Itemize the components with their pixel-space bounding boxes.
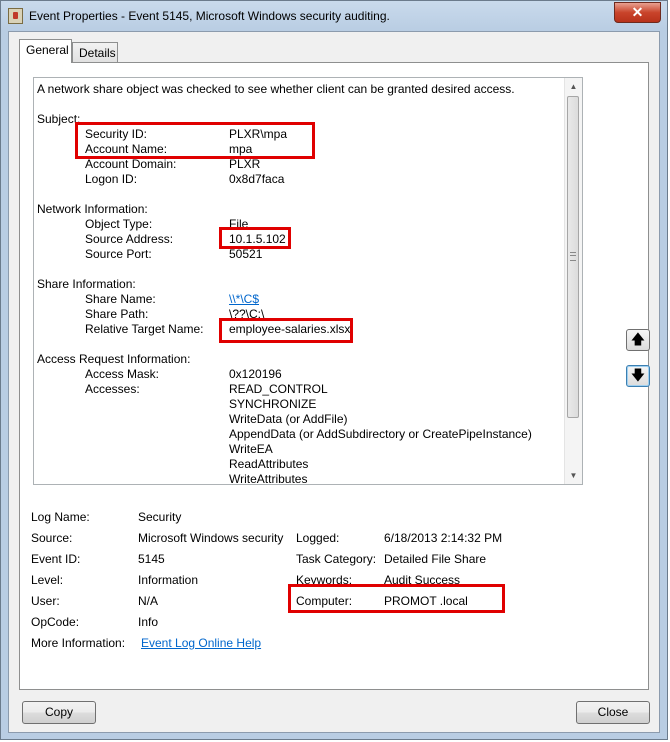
event-properties-grid: Log Name: Security Source: Microsoft Windo… (31, 507, 631, 654)
access-item: ReadAttributes (229, 457, 309, 471)
arrow-down-icon: 🡇 (630, 367, 646, 383)
access-item: WriteEA (229, 442, 273, 456)
source-port-value: 50521 (229, 247, 263, 261)
log-name-value: Security (138, 510, 182, 524)
user-label: User: (31, 594, 60, 608)
level-value: Information (138, 573, 199, 587)
accesses-label: Accesses: (85, 382, 140, 396)
source-port-label: Source Port: (85, 247, 152, 261)
window-title: Event Properties - Event 5145, Microsoft… (29, 9, 390, 23)
share-name-label: Share Name: (85, 292, 156, 306)
event-id-value: 5145 (138, 552, 165, 566)
access-item: SYNCHRONIZE (229, 397, 317, 411)
highlight-box-computer (288, 584, 505, 613)
logon-id-label: Logon ID: (85, 172, 138, 186)
access-item: READ_CONTROL (229, 382, 328, 396)
title-bar[interactable]: Event Properties - Event 5145, Microsoft… (1, 1, 667, 31)
highlight-box-source-address (219, 227, 291, 249)
log-name-label: Log Name: (31, 510, 90, 524)
account-domain-label: Account Domain: (85, 157, 177, 171)
account-domain-value: PLXR (229, 157, 261, 171)
share-path-label: Share Path: (85, 307, 149, 321)
access-item: WriteData (or AddFile) (229, 412, 348, 426)
copy-button[interactable]: Copy (22, 701, 96, 724)
relative-target-label: Relative Target Name: (85, 322, 204, 336)
source-address-label: Source Address: (85, 232, 174, 246)
next-event-button[interactable]: 🡇 (626, 365, 650, 387)
share-name-link[interactable]: \\*\C$ (229, 292, 259, 307)
highlight-box-target-name (219, 318, 353, 343)
subject-heading: Subject: (37, 112, 81, 126)
access-item: WriteAttributes (229, 472, 308, 485)
access-mask-label: Access Mask: (85, 367, 160, 381)
previous-event-button[interactable]: 🡅 (626, 329, 650, 351)
access-item: AppendData (or AddSubdirectory or Create… (229, 427, 532, 441)
opcode-label: OpCode: (31, 615, 80, 629)
task-category-label: Task Category: (296, 552, 377, 566)
access-mask-value: 0x120196 (229, 367, 282, 381)
logged-value: 6/18/2013 2:14:32 PM (384, 531, 503, 545)
task-category-value: Detailed File Share (384, 552, 487, 566)
access-request-heading: Access Request Information: (37, 352, 191, 366)
description-scrollbar[interactable]: ▲ ▼ (564, 78, 582, 484)
source-value: Microsoft Windows security (138, 531, 284, 545)
share-info-heading: Share Information: (37, 277, 136, 291)
object-type-label: Object Type: (85, 217, 153, 231)
tab-general[interactable]: General (19, 39, 72, 63)
scrollbar-grip-icon (570, 252, 576, 261)
scrollbar-thumb[interactable] (567, 96, 579, 418)
network-info-heading: Network Information: (37, 202, 148, 216)
close-button[interactable]: Close (576, 701, 650, 724)
more-info-label: More Information: (31, 636, 126, 650)
description-intro: A network share object was checked to se… (37, 82, 515, 96)
highlight-box-subject (75, 122, 315, 159)
event-id-label: Event ID: (31, 552, 81, 566)
event-viewer-icon (8, 8, 23, 24)
scroll-up-arrow-icon[interactable]: ▲ (565, 78, 582, 95)
arrow-up-icon: 🡅 (630, 331, 646, 347)
level-label: Level: (31, 573, 64, 587)
logon-id-value: 0x8d7faca (229, 172, 285, 186)
user-value: N/A (138, 594, 159, 608)
scroll-down-arrow-icon[interactable]: ▼ (565, 467, 582, 484)
event-properties-window: Event Properties - Event 5145, Microsoft… (0, 0, 668, 740)
tab-details[interactable]: Details (72, 42, 118, 63)
source-label: Source: (31, 531, 73, 545)
event-log-help-link[interactable]: Event Log Online Help (141, 633, 261, 654)
window-close-button[interactable]: ✕ (614, 2, 661, 23)
logged-label: Logged: (296, 531, 340, 545)
opcode-value: Info (138, 615, 159, 629)
